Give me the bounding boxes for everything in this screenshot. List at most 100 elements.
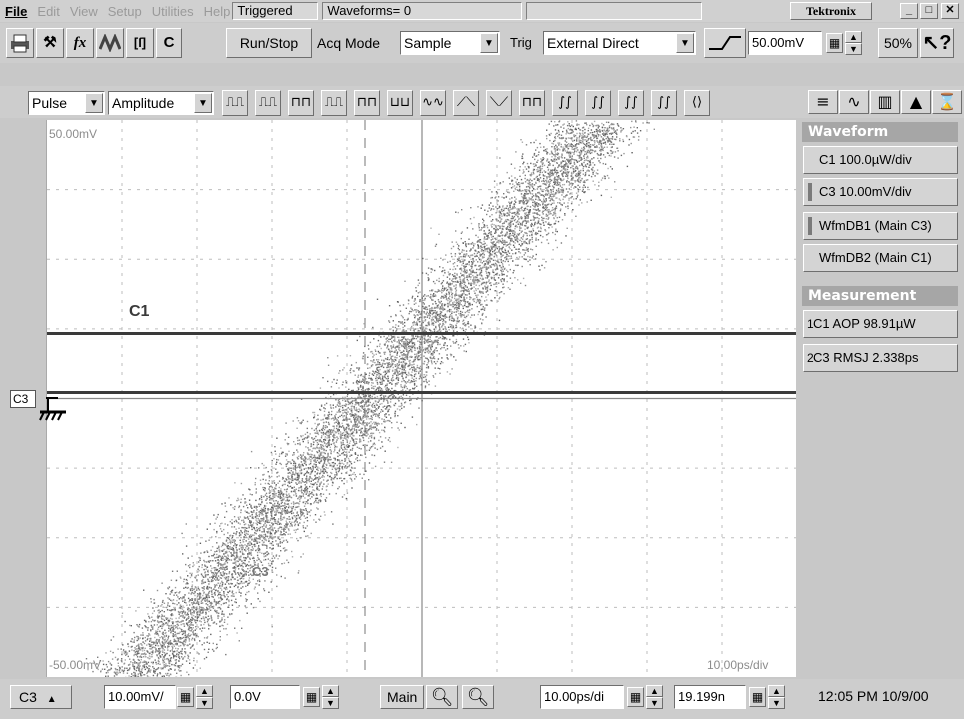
waveform-view-icon[interactable]: ∿ xyxy=(839,90,869,114)
function-icon[interactable]: fx xyxy=(66,28,94,58)
waveform-item-c3[interactable]: C3 10.00mV/div xyxy=(803,178,958,206)
measurement-type-icon[interactable]: ⎍⎍ xyxy=(222,90,248,116)
measurement-type-icon[interactable]: ⟨⟩ xyxy=(684,90,710,116)
menu-setup[interactable]: Setup xyxy=(103,4,147,19)
waveform-display[interactable]: 50.00mV -50.00mV 10.00ps/div C1 C3 xyxy=(46,120,796,677)
waveform-item-label: WfmDB1 (Main C3) xyxy=(819,218,932,233)
maximize-icon[interactable]: □ xyxy=(920,3,938,19)
graticule-icon[interactable]: ▥ xyxy=(870,90,900,114)
measurement-panel-title: Measurement xyxy=(802,286,958,306)
trigger-status: Triggered xyxy=(232,2,319,20)
meas-category-select[interactable]: Pulse ▼ xyxy=(28,91,105,115)
fifty-percent-button[interactable]: 50% xyxy=(878,28,918,58)
c-button[interactable]: C xyxy=(156,28,182,58)
menu-view[interactable]: View xyxy=(65,4,103,19)
horizontal-position-field[interactable]: 19.199n xyxy=(674,685,746,709)
zoom-in-icon[interactable]: 🔍︎ xyxy=(426,685,458,709)
meas-type-select[interactable]: Amplitude ▼ xyxy=(108,91,214,115)
menu-utilities[interactable]: Utilities xyxy=(147,4,199,19)
bottom-voltage-label: -50.00mV xyxy=(49,658,102,672)
c3-marker-label: C3 xyxy=(13,392,29,406)
waveform-item-label: WfmDB2 (Main C1) xyxy=(819,250,932,265)
waveform-item-wfmdb1[interactable]: WfmDB1 (Main C3) xyxy=(803,212,958,240)
status-empty-field xyxy=(526,2,703,20)
spin-down-icon[interactable]: ▼ xyxy=(322,697,339,709)
spin-up-icon[interactable]: ▲ xyxy=(768,685,785,697)
trace-c1-label: C1 xyxy=(129,303,150,320)
chevron-down-icon[interactable]: ▼ xyxy=(85,93,103,113)
measurement-type-icon[interactable]: ⊔⊔ xyxy=(387,90,413,116)
keypad-icon[interactable]: ▦ xyxy=(177,687,194,707)
measurement-type-icon[interactable]: ∫∫ xyxy=(552,90,578,116)
measurement-type-icon[interactable]: ∫∫ xyxy=(651,90,677,116)
measurement-type-icon[interactable]: ⟋⟍ xyxy=(453,90,479,116)
measurement-text: C1 AOP 98.91µW xyxy=(813,316,916,331)
spin-down-icon[interactable]: ▼ xyxy=(646,697,663,709)
keypad-icon[interactable]: ▦ xyxy=(826,33,843,53)
offset-value: 0.0V xyxy=(234,689,261,704)
minimize-icon[interactable]: _ xyxy=(900,3,918,19)
tektronix-logo: Tektronix xyxy=(790,2,872,20)
run-stop-button[interactable]: Run/Stop xyxy=(226,28,312,58)
spin-down-icon[interactable]: ▼ xyxy=(768,697,785,709)
offset-field[interactable]: 0.0V xyxy=(230,685,300,709)
waveform-item-c1[interactable]: C1 100.0µW/div xyxy=(803,146,958,174)
c3-ground-marker[interactable]: C3 xyxy=(10,390,36,408)
persistence-icon[interactable]: ⌛ xyxy=(932,90,962,114)
display-style-icon[interactable]: ≡ xyxy=(808,90,838,114)
trig-source-value: External Direct xyxy=(547,35,639,51)
trace-c3 xyxy=(47,391,796,394)
spin-up-icon[interactable]: ▲ xyxy=(196,685,213,697)
keypad-icon[interactable]: ▦ xyxy=(627,687,644,707)
menu-help[interactable]: Help xyxy=(199,4,231,19)
cursor-icon[interactable]: [ſ] xyxy=(126,28,154,58)
tools-icon[interactable]: ⚒ xyxy=(36,28,64,58)
spin-down-icon[interactable]: ▼ xyxy=(845,43,862,55)
chevron-down-icon[interactable]: ▼ xyxy=(194,93,212,113)
menu-edit[interactable]: Edit xyxy=(32,4,64,19)
zoom-out-icon[interactable]: 🔍︎ xyxy=(462,685,494,709)
measurement-type-icon[interactable]: ⊓⊓ xyxy=(519,90,545,116)
close-icon[interactable]: ✕ xyxy=(941,3,959,19)
measurement-type-icon[interactable]: ⊓⊓ xyxy=(288,90,314,116)
measurement-type-icon[interactable]: ⎍⎍ xyxy=(255,90,281,116)
acq-mode-select[interactable]: Sample ▼ xyxy=(400,31,500,55)
spin-up-icon[interactable]: ▲ xyxy=(322,685,339,697)
main-button[interactable]: Main xyxy=(380,685,424,709)
spin-down-icon[interactable]: ▼ xyxy=(196,697,213,709)
measurement-num: 2 xyxy=(807,351,814,365)
measurement-text: C3 RMSJ 2.338ps xyxy=(813,350,919,365)
horizontal-scale-value: 10.00ps/di xyxy=(544,689,604,704)
selected-marker xyxy=(808,183,812,201)
datetime-display: 12:05 PM 10/9/00 xyxy=(818,688,929,704)
spin-up-icon[interactable]: ▲ xyxy=(845,31,862,43)
menu-file[interactable]: File xyxy=(0,4,32,19)
chevron-down-icon[interactable]: ▼ xyxy=(676,33,694,53)
histogram-icon[interactable]: ▲ xyxy=(901,90,931,114)
horizontal-position-value: 19.199n xyxy=(678,689,725,704)
measurement-type-icon[interactable]: ∫∫ xyxy=(585,90,611,116)
measurement-type-icon[interactable]: ⊓⊓ xyxy=(354,90,380,116)
measurement-type-icon[interactable]: ∿∿ xyxy=(420,90,446,116)
measurement-type-icon[interactable]: ⟍⟋ xyxy=(486,90,512,116)
trigger-level-field[interactable]: 50.00mV xyxy=(748,31,822,55)
measurement-type-icon[interactable]: ⎍⎍ xyxy=(321,90,347,116)
vertical-scale-field[interactable]: 10.00mV/ xyxy=(104,685,176,709)
waveform-icon[interactable] xyxy=(96,28,124,58)
waveform-item-wfmdb2[interactable]: WfmDB2 (Main C1) xyxy=(803,244,958,272)
horizontal-scale-field[interactable]: 10.00ps/di xyxy=(540,685,624,709)
keypad-icon[interactable]: ▦ xyxy=(303,687,320,707)
measurement-type-icon[interactable]: ∫∫ xyxy=(618,90,644,116)
spin-up-icon[interactable]: ▲ xyxy=(646,685,663,697)
help-icon[interactable]: ↖? xyxy=(920,28,954,58)
measurement-item-2[interactable]: 2 C3 RMSJ 2.338ps xyxy=(803,344,958,372)
meas-category-value: Pulse xyxy=(32,95,68,111)
trig-source-select[interactable]: External Direct ▼ xyxy=(543,31,696,55)
printer-icon[interactable] xyxy=(6,28,34,58)
measurement-item-1[interactable]: 1 C1 AOP 98.91µW xyxy=(803,310,958,338)
timebase-label: 10.00ps/div xyxy=(707,658,769,672)
chevron-down-icon[interactable]: ▼ xyxy=(480,33,498,53)
channel-select-button[interactable]: C3 ▲ xyxy=(10,685,72,709)
keypad-icon[interactable]: ▦ xyxy=(749,687,766,707)
trigger-slope-icon[interactable] xyxy=(704,28,746,58)
